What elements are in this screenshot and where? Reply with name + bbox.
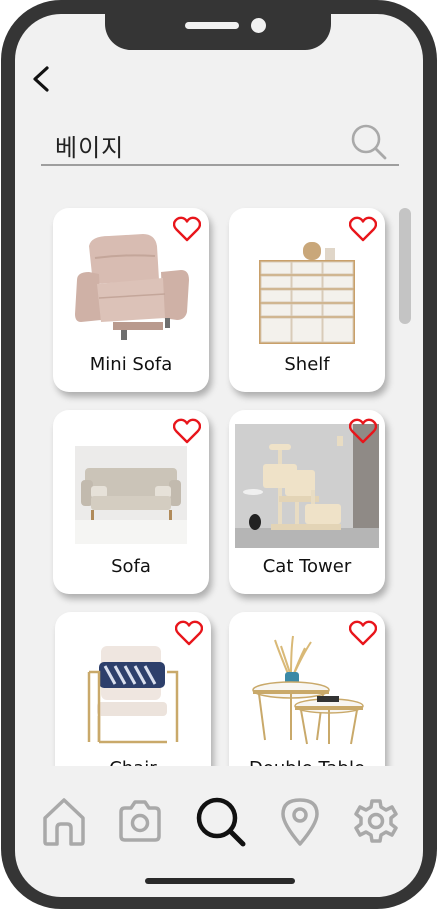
product-label: Mini Sofa (89, 354, 173, 375)
favorite-heart-icon[interactable] (349, 620, 377, 646)
search-input[interactable]: 베이지 (55, 128, 124, 163)
product-label: Chair (55, 758, 211, 766)
chair-image (71, 632, 195, 748)
product-label: Shelf (284, 354, 330, 375)
product-card-double-table[interactable]: Double Table (229, 612, 385, 766)
shelf-image (245, 228, 369, 344)
favorite-heart-icon[interactable] (173, 418, 201, 444)
phone-frame: 베이지 Mini Sofa Shelf Sofa Cat Tower (1, 0, 437, 909)
favorite-heart-icon[interactable] (349, 216, 377, 242)
product-label: Double Table (229, 758, 385, 766)
search-icon[interactable] (193, 794, 249, 848)
mini-sofa-image (69, 228, 193, 344)
back-arrow-icon[interactable] (29, 66, 55, 92)
product-card-mini-sofa[interactable]: Mini Sofa (53, 208, 209, 392)
product-card-sofa[interactable]: Sofa (53, 410, 209, 594)
home-icon[interactable] (39, 794, 89, 848)
double-table-image (245, 632, 369, 748)
product-card-shelf[interactable]: Shelf (229, 208, 385, 392)
favorite-heart-icon[interactable] (173, 216, 201, 242)
favorite-heart-icon[interactable] (175, 620, 203, 646)
product-label: Sofa (111, 556, 151, 577)
search-icon[interactable] (349, 122, 389, 162)
bottom-nav (15, 794, 423, 854)
app-screen: 베이지 Mini Sofa Shelf Sofa Cat Tower (15, 14, 423, 897)
product-label: Cat Tower (262, 556, 352, 577)
camera-icon[interactable] (115, 794, 165, 848)
search-bar[interactable]: 베이지 (41, 120, 399, 166)
product-card-chair[interactable]: Chair (55, 612, 211, 766)
favorite-heart-icon[interactable] (349, 418, 377, 444)
phone-notch (105, 14, 331, 50)
product-grid[interactable]: Mini Sofa Shelf Sofa Cat Tower (15, 204, 423, 766)
sofa-image (75, 446, 187, 544)
location-pin-icon[interactable] (275, 794, 325, 848)
product-card-cat-tower[interactable]: Cat Tower (229, 410, 385, 594)
scrollbar-thumb[interactable] (399, 208, 411, 324)
speaker-grille (185, 22, 239, 29)
front-camera (251, 18, 266, 33)
gear-icon[interactable] (351, 794, 401, 848)
home-indicator[interactable] (145, 878, 295, 884)
